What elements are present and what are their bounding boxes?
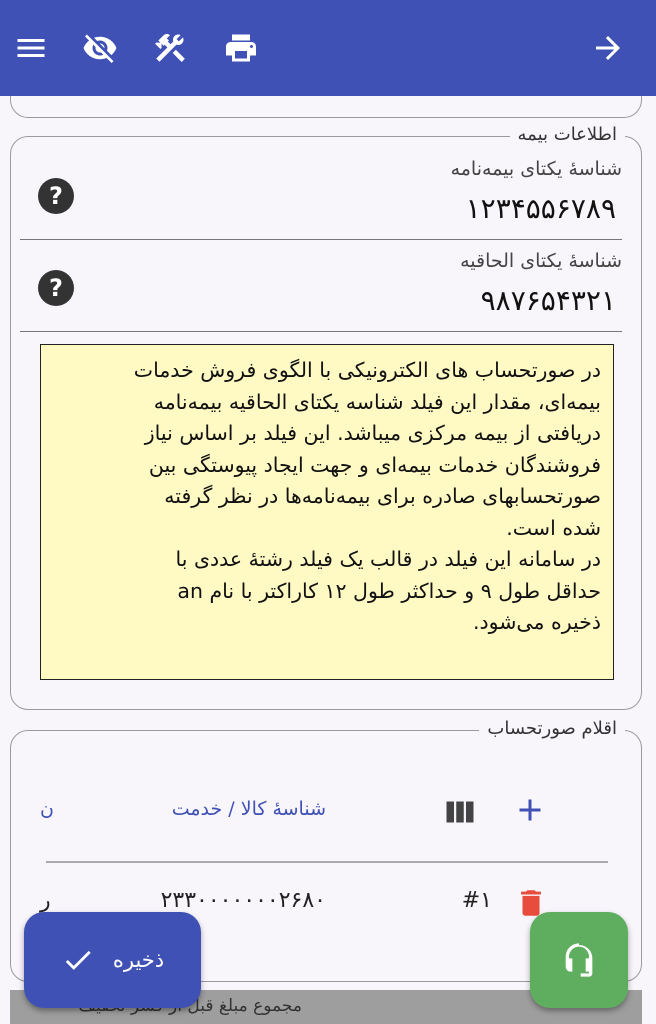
- arrow-forward-icon[interactable]: [586, 26, 630, 70]
- info-line: صورتحسابهای صادره برای بیمه‌نامه‌ها در ن…: [164, 484, 601, 508]
- row-product-id: ۲۳۳۰۰۰۰۰۰۰۲۶۸۰: [160, 888, 326, 913]
- info-line: فروشندگان خدمات بیمه‌ای و جهت ایجاد پیوس…: [148, 452, 601, 477]
- check-icon: [65, 950, 91, 970]
- items-header-divider: [46, 861, 608, 863]
- policy-id-label: شناسهٔ یکتای بیمه‌نامه: [450, 158, 622, 180]
- help-icon[interactable]: ?: [38, 270, 74, 306]
- info-line: شده است.: [506, 515, 601, 540]
- addendum-help-tooltip: در صورتحساب های الکترونیکی با الگوی فروش…: [40, 344, 614, 680]
- previous-section-edge: [10, 96, 642, 118]
- save-button[interactable]: ذخیره: [24, 912, 201, 1008]
- column-header-partial[interactable]: ن: [40, 798, 54, 820]
- items-section-legend: اقلام صورتحساب: [479, 718, 625, 739]
- support-button[interactable]: [530, 912, 628, 1008]
- row-partial-cell: ر: [40, 888, 51, 913]
- help-icon[interactable]: ?: [38, 178, 74, 214]
- insurance-section-legend: اطلاعات بیمه: [509, 124, 625, 145]
- info-line: در صورتحساب های الکترونیکی با الگوی فروش…: [133, 358, 601, 382]
- visibility-off-icon[interactable]: [78, 26, 122, 70]
- info-line: حداقل طول ۹ و حداکثر طول ۱۲ کاراکتر با ن…: [177, 578, 601, 603]
- headset-icon: [565, 943, 593, 977]
- addendum-id-label: شناسهٔ یکتای الحاقیه: [460, 250, 622, 272]
- menu-icon[interactable]: [9, 26, 53, 70]
- info-line: بیمه‌ای، مقدار این فیلد شناسه یکتای الحا…: [153, 389, 601, 414]
- app-bar: [0, 0, 656, 96]
- columns-icon[interactable]: [442, 794, 478, 826]
- column-header-product-id[interactable]: شناسهٔ کالا / خدمت: [172, 798, 326, 820]
- print-icon[interactable]: [219, 26, 263, 70]
- policy-id-value[interactable]: ۱۲۳۴۵۵۶۷۸۹: [466, 192, 616, 225]
- add-item-icon[interactable]: [512, 792, 548, 828]
- info-line: ذخیره می‌شود.: [472, 610, 601, 634]
- save-button-label: ذخیره: [112, 948, 165, 972]
- tools-icon[interactable]: [148, 26, 192, 70]
- addendum-id-value[interactable]: ۹۸۷۶۵۴۳۲۱: [481, 284, 616, 317]
- info-line: در سامانه این فیلد در قالب یک فیلد رشتهٔ…: [175, 547, 602, 571]
- policy-id-field[interactable]: شناسهٔ یکتای بیمه‌نامه ۱۲۳۴۵۵۶۷۸۹ ?: [20, 148, 622, 240]
- addendum-id-field[interactable]: شناسهٔ یکتای الحاقیه ۹۸۷۶۵۴۳۲۱ ?: [20, 240, 622, 332]
- row-index: #۱: [461, 888, 492, 913]
- info-line: دریافتی از بیمه مرکزی میباشد. این فیلد ب…: [144, 421, 601, 445]
